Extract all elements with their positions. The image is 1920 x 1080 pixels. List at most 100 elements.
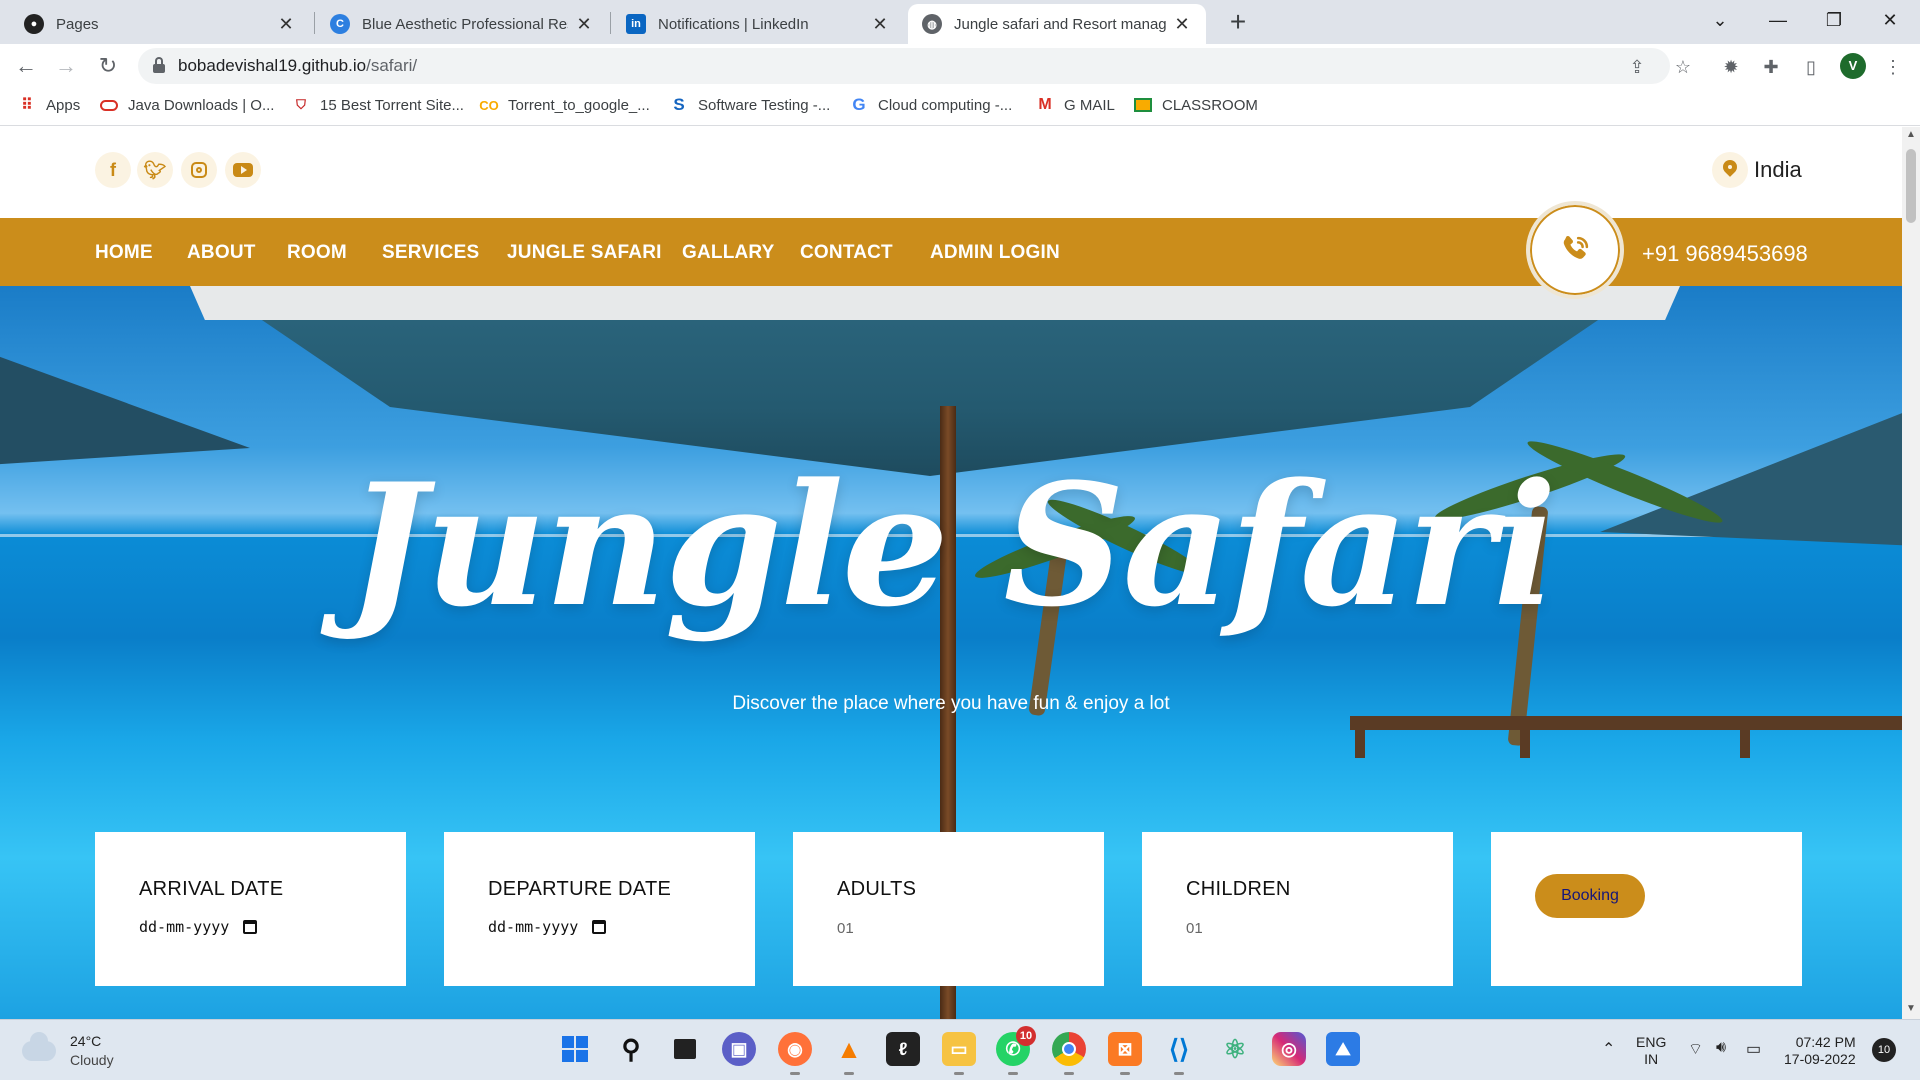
close-icon[interactable]: ✕ — [1172, 14, 1192, 35]
wifi-icon[interactable]: ⌔ — [1688, 1039, 1703, 1059]
facebook-icon[interactable]: f — [95, 152, 131, 188]
children-label: CHILDREN — [1186, 878, 1291, 900]
nav-about[interactable]: ABOUT — [187, 242, 256, 264]
tab-search-chevron-icon[interactable]: ⌄ — [1692, 0, 1748, 40]
adults-input[interactable]: 01 — [837, 920, 854, 937]
whatsapp-icon[interactable]: ✆ 10 — [996, 1026, 1036, 1075]
twitter-icon[interactable]: 🐦︎ — [137, 152, 173, 188]
volume-icon[interactable]: 🔊︎ — [1716, 1039, 1726, 1057]
instagram-icon[interactable] — [181, 152, 217, 188]
youtube-icon[interactable] — [225, 152, 261, 188]
browser-tab-bar: ● Pages ✕ C Blue Aesthetic Professional … — [0, 0, 1920, 44]
arrival-date-input[interactable]: dd-mm-yyyy — [139, 918, 258, 936]
lock-icon — [152, 57, 166, 73]
language-indicator[interactable]: ENG IN — [1636, 1034, 1666, 1068]
language-code: ENG — [1636, 1034, 1667, 1050]
bookmark-gmail[interactable]: M G MAIL — [1036, 96, 1115, 114]
scroll-down-arrow-icon[interactable]: ▼ — [1902, 1003, 1920, 1014]
instagram-app-icon[interactable]: ◎ — [1272, 1032, 1306, 1066]
notepad-icon[interactable]: ℓ — [886, 1032, 920, 1066]
close-icon[interactable]: ✕ — [276, 14, 296, 35]
tab-jungle-safari[interactable]: ◍ Jungle safari and Resort manager ✕ — [908, 4, 1206, 44]
nav-admin-login[interactable]: ADMIN LOGIN — [930, 242, 1060, 264]
back-arrow-icon[interactable]: ← — [10, 50, 42, 82]
windows-start-icon[interactable] — [558, 1032, 592, 1066]
page-scrollbar[interactable]: ▲ ▼ — [1902, 127, 1920, 1019]
bookmark-software-testing[interactable]: S Software Testing -... — [670, 95, 830, 114]
children-input[interactable]: 01 — [1186, 920, 1203, 937]
canva-icon: C — [330, 14, 350, 34]
extensions-puzzle-icon[interactable]: ✚ — [1758, 54, 1784, 80]
browser-toolbar: ← → ↻ bobadevishal19.github.io/safari/ ⇪… — [0, 44, 1920, 88]
scroll-up-arrow-icon[interactable]: ▲ — [1902, 129, 1920, 140]
reload-icon[interactable]: ↻ — [92, 50, 124, 82]
atom-icon[interactable]: ⚛ — [1218, 1032, 1252, 1066]
profile-avatar[interactable]: V — [1840, 53, 1866, 79]
restore-button[interactable]: ❐ — [1806, 0, 1862, 40]
firefox-icon[interactable]: ◉ — [778, 1032, 812, 1075]
departure-date-input[interactable]: dd-mm-yyyy — [488, 918, 607, 936]
notification-count-badge[interactable]: 10 — [1872, 1038, 1896, 1062]
nav-gallary[interactable]: GALLARY — [682, 242, 775, 264]
bookmark-apps[interactable]: ⠿ Apps — [18, 96, 80, 115]
scrollbar-thumb[interactable] — [1906, 149, 1916, 223]
bookmark-torrent-sites[interactable]: ⛉ 15 Best Torrent Site... — [292, 96, 464, 114]
close-icon[interactable]: ✕ — [870, 14, 890, 35]
bookmark-label: CLASSROOM — [1162, 96, 1258, 114]
close-icon[interactable]: ✕ — [574, 14, 594, 35]
tab-canva[interactable]: C Blue Aesthetic Professional Resum ✕ — [316, 4, 608, 44]
nav-services[interactable]: SERVICES — [382, 242, 479, 264]
forward-arrow-icon[interactable]: → — [50, 50, 82, 82]
new-tab-button[interactable]: + — [1222, 6, 1254, 38]
clock[interactable]: 07:42 PM 17-09-2022 — [1784, 1034, 1856, 1068]
weather-temp: 24°C — [70, 1033, 102, 1049]
deck-post-image — [1520, 716, 1530, 758]
github-icon: ● — [24, 14, 44, 34]
nav-contact[interactable]: CONTACT — [800, 242, 893, 264]
windows-taskbar: 24°C Cloudy ⚲ ▣ ◉ ▲ ℓ ▭ ✆ 10 ⊠ ⟨⟩ ⚛ ◎ ⛰ ⌃… — [0, 1019, 1920, 1080]
tab-separator — [314, 12, 315, 34]
bookmark-torrent-google[interactable]: CO Torrent_to_google_... — [479, 96, 650, 114]
bookmark-star-icon[interactable]: ☆ — [1670, 54, 1696, 80]
search-icon[interactable]: ⚲ — [614, 1032, 648, 1066]
vlc-icon[interactable]: ▲ — [832, 1032, 866, 1075]
nav-jungle-safari[interactable]: JUNGLE SAFARI — [507, 242, 662, 264]
address-bar[interactable]: bobadevishal19.github.io/safari/ ⇪ — [138, 48, 1670, 84]
tab-linkedin[interactable]: in Notifications | LinkedIn ✕ — [612, 4, 904, 44]
arrival-date-label: ARRIVAL DATE — [139, 878, 284, 900]
xampp-icon[interactable]: ⊠ — [1108, 1032, 1142, 1075]
bookmark-java-downloads[interactable]: Java Downloads | O... — [100, 96, 274, 114]
nav-home[interactable]: HOME — [95, 242, 153, 264]
globe-icon: ◍ — [922, 14, 942, 34]
phone-icon[interactable] — [1526, 201, 1624, 299]
bookmark-label: 15 Best Torrent Site... — [320, 96, 464, 114]
linkedin-icon: in — [626, 14, 646, 34]
bookmark-classroom[interactable]: CLASSROOM — [1134, 96, 1258, 114]
extension-bug-icon[interactable]: ✹ — [1718, 54, 1744, 80]
task-view-icon[interactable] — [668, 1032, 702, 1066]
share-icon[interactable]: ⇪ — [1626, 56, 1648, 78]
booking-button[interactable]: Booking — [1535, 874, 1645, 918]
chrome-icon[interactable] — [1052, 1032, 1086, 1075]
close-window-button[interactable]: ✕ — [1862, 0, 1918, 40]
weather-widget[interactable]: 24°C Cloudy — [22, 1032, 114, 1070]
vscode-icon[interactable]: ⟨⟩ — [1162, 1032, 1196, 1075]
phone-number[interactable]: +91 9689453698 — [1642, 241, 1808, 267]
calendar-icon[interactable] — [592, 920, 607, 934]
calendar-icon[interactable] — [243, 920, 258, 934]
bookmarks-bar: ⠿ Apps Java Downloads | O... ⛉ 15 Best T… — [0, 88, 1920, 126]
minimize-button[interactable]: — — [1750, 0, 1806, 40]
tab-separator — [610, 12, 611, 34]
oracle-icon — [100, 96, 118, 114]
photos-icon[interactable]: ⛰ — [1326, 1032, 1360, 1066]
nav-room[interactable]: ROOM — [287, 242, 347, 264]
file-explorer-icon[interactable]: ▭ — [942, 1032, 976, 1075]
more-menu-icon[interactable]: ⋮ — [1880, 54, 1906, 80]
battery-icon[interactable]: ▭ — [1746, 1039, 1761, 1059]
teams-chat-icon[interactable]: ▣ — [722, 1032, 756, 1066]
colab-icon: CO — [479, 97, 499, 113]
side-panel-icon[interactable]: ▯ — [1798, 54, 1824, 80]
show-hidden-icons-chevron-icon[interactable]: ⌃ — [1602, 1039, 1615, 1059]
tab-pages[interactable]: ● Pages ✕ — [10, 4, 310, 44]
bookmark-cloud-computing[interactable]: G Cloud computing -... — [850, 95, 1012, 114]
